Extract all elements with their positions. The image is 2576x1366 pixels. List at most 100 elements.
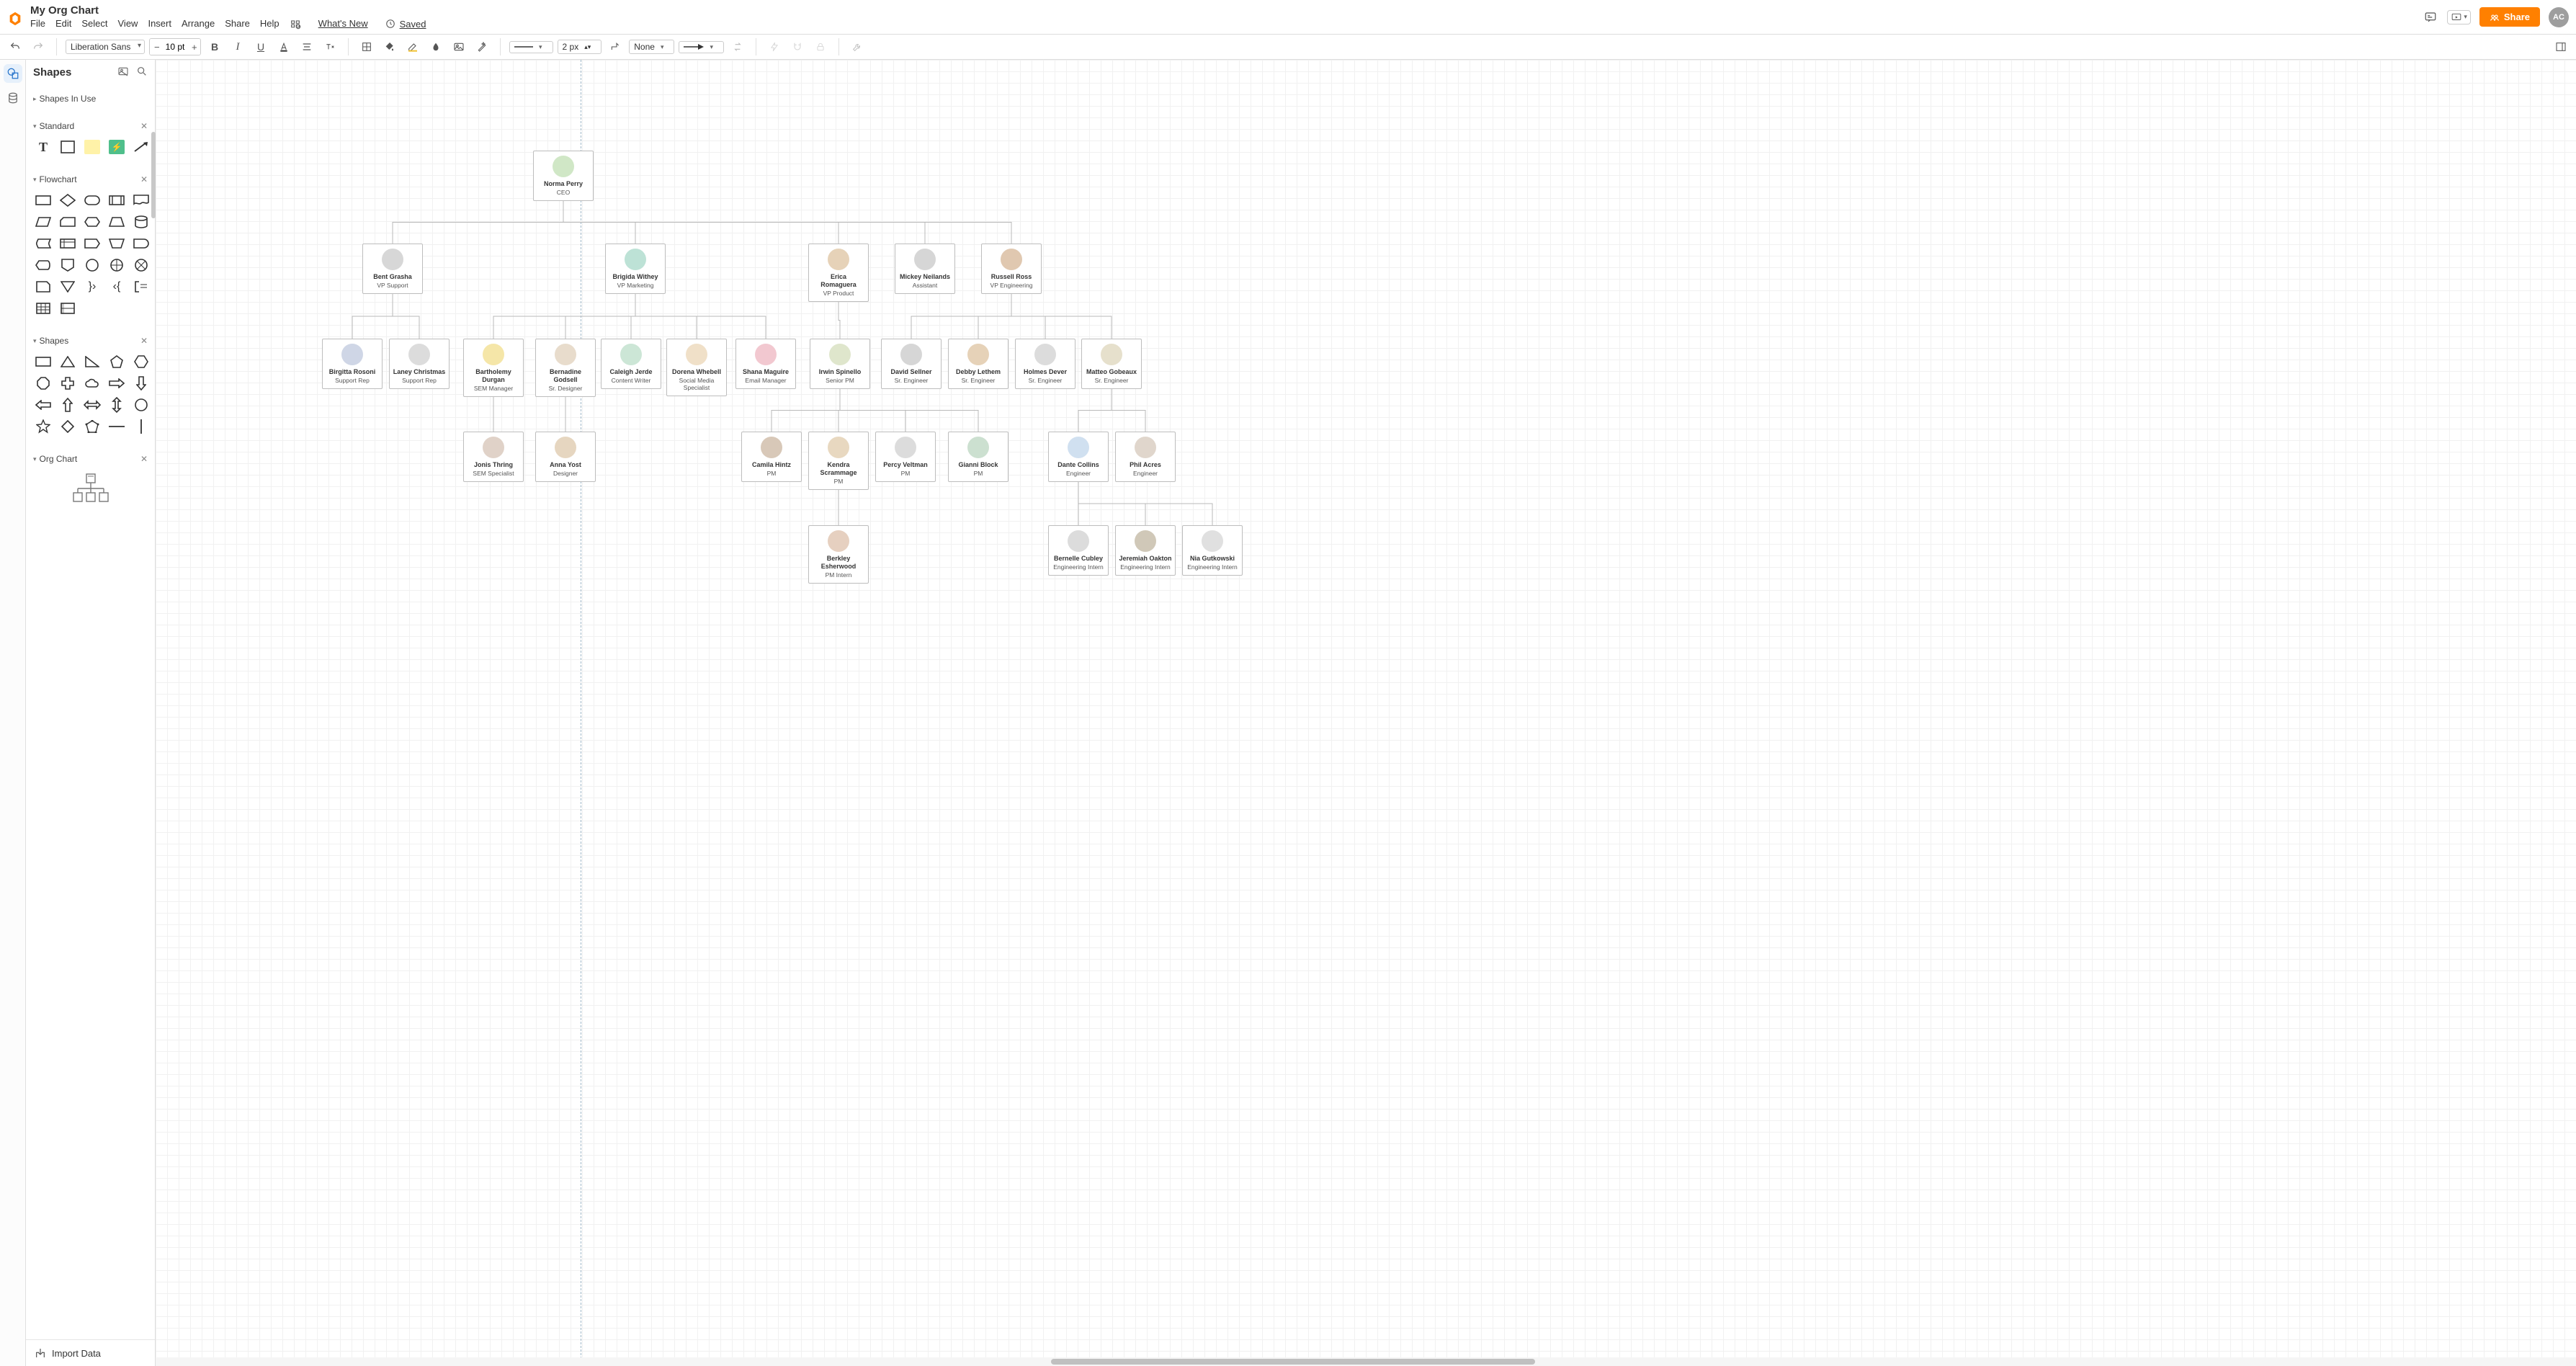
menu-edit[interactable]: Edit bbox=[55, 18, 71, 30]
shape-arrow[interactable] bbox=[131, 138, 151, 156]
shape-fill-button[interactable] bbox=[357, 37, 376, 56]
bs-arr-lr[interactable] bbox=[82, 396, 102, 414]
fc-decision[interactable] bbox=[58, 192, 78, 209]
bs-poly[interactable] bbox=[82, 418, 102, 435]
org-node[interactable]: Shana MaguireEmail Manager bbox=[735, 339, 796, 389]
orgchart-thumb[interactable] bbox=[33, 468, 148, 513]
section-orgchart[interactable]: ▾Org Chart✕ bbox=[33, 450, 148, 468]
border-color-button[interactable] bbox=[403, 37, 422, 56]
org-node[interactable]: Bernadine GodsellSr. Designer bbox=[535, 339, 596, 397]
menu-arrange[interactable]: Arrange bbox=[182, 18, 215, 30]
org-node[interactable]: Bernelle CubleyEngineering Intern bbox=[1048, 525, 1109, 576]
font-size-input[interactable] bbox=[163, 41, 187, 53]
org-node[interactable]: Gianni BlockPM bbox=[948, 432, 1009, 482]
bs-pent[interactable] bbox=[107, 353, 127, 370]
font-size-increase[interactable]: + bbox=[187, 39, 200, 55]
section-standard[interactable]: ▾Standard✕ bbox=[33, 117, 148, 135]
shape-bolt[interactable]: ⚡ bbox=[107, 138, 127, 156]
org-node[interactable]: Caleigh JerdeContent Writer bbox=[601, 339, 661, 389]
line-style-select[interactable] bbox=[509, 41, 553, 53]
fc-brace-r[interactable]: }› bbox=[82, 278, 102, 295]
comments-icon[interactable] bbox=[2423, 9, 2438, 25]
fc-trap[interactable] bbox=[107, 213, 127, 231]
org-node[interactable]: Percy VeltmanPM bbox=[875, 432, 936, 482]
org-node[interactable]: Bent GrashaVP Support bbox=[362, 244, 423, 294]
whats-new-link[interactable]: What's New bbox=[318, 18, 368, 30]
line-path-button[interactable] bbox=[606, 37, 625, 56]
shape-text[interactable]: T bbox=[33, 138, 53, 156]
font-family-select[interactable]: Liberation Sans bbox=[66, 40, 145, 54]
org-node[interactable]: Brigida WitheyVP Marketing bbox=[605, 244, 666, 294]
present-button[interactable]: ▾ bbox=[2447, 10, 2471, 24]
section-shapes-in-use[interactable]: ▸Shapes In Use bbox=[33, 89, 148, 108]
section-shapes[interactable]: ▾Shapes✕ bbox=[33, 331, 148, 350]
panel-toggle-button[interactable] bbox=[2552, 37, 2570, 56]
org-node[interactable]: Berkley EsherwoodPM Intern bbox=[808, 525, 869, 584]
org-node[interactable]: Anna YostDesigner bbox=[535, 432, 596, 482]
org-node[interactable]: Holmes DeverSr. Engineer bbox=[1015, 339, 1075, 389]
fc-note[interactable] bbox=[131, 278, 151, 295]
menu-select[interactable]: Select bbox=[81, 18, 107, 30]
fc-table[interactable] bbox=[33, 300, 53, 317]
org-node[interactable]: Nia GutkowskiEngineering Intern bbox=[1182, 525, 1243, 576]
canvas[interactable]: Norma PerryCEO Bent GrashaVP Support Brigi… bbox=[156, 60, 2576, 1366]
org-node[interactable]: Russell RossVP Engineering bbox=[981, 244, 1042, 294]
fc-tape[interactable] bbox=[33, 278, 53, 295]
close-orgchart-icon[interactable]: ✕ bbox=[140, 454, 148, 464]
rail-data-icon[interactable] bbox=[4, 89, 22, 107]
user-avatar[interactable]: AC bbox=[2549, 7, 2569, 27]
menu-share[interactable]: Share bbox=[225, 18, 250, 30]
horizontal-scrollbar[interactable] bbox=[156, 1357, 2576, 1366]
flash-button[interactable] bbox=[765, 37, 784, 56]
fc-terminator[interactable] bbox=[82, 192, 102, 209]
start-arrow-select[interactable]: None bbox=[629, 40, 674, 54]
org-node[interactable]: Norma PerryCEO bbox=[533, 151, 594, 201]
fc-internal[interactable] bbox=[58, 235, 78, 252]
org-node[interactable]: Mickey NeilandsAssistant bbox=[895, 244, 955, 294]
rail-shapes-icon[interactable] bbox=[4, 64, 22, 83]
fc-display[interactable] bbox=[33, 256, 53, 274]
shape-sticky[interactable] bbox=[82, 138, 102, 156]
bs-cross[interactable] bbox=[58, 375, 78, 392]
bs-arr-u[interactable] bbox=[58, 396, 78, 414]
bs-rect[interactable] bbox=[33, 353, 53, 370]
fc-merge[interactable] bbox=[58, 278, 78, 295]
font-size-stepper[interactable]: − + bbox=[149, 38, 201, 55]
bs-rtri[interactable] bbox=[82, 353, 102, 370]
line-width-select[interactable]: 2 px▴▾ bbox=[558, 40, 602, 54]
fill-bucket-button[interactable] bbox=[380, 37, 399, 56]
org-node[interactable]: Kendra ScrammagePM bbox=[808, 432, 869, 490]
wrench-button[interactable] bbox=[848, 37, 867, 56]
sidebar-search-icon[interactable] bbox=[136, 66, 148, 79]
undo-button[interactable] bbox=[6, 37, 24, 56]
menu-view[interactable]: View bbox=[118, 18, 138, 30]
underline-button[interactable]: U bbox=[251, 37, 270, 56]
font-size-decrease[interactable]: − bbox=[150, 39, 163, 55]
image-button[interactable] bbox=[450, 37, 468, 56]
org-node[interactable]: Irwin SpinelloSenior PM bbox=[810, 339, 870, 389]
fc-predefined[interactable] bbox=[107, 192, 127, 209]
lock-button[interactable] bbox=[811, 37, 830, 56]
org-node[interactable]: Dante CollinsEngineer bbox=[1048, 432, 1109, 482]
text-options-button[interactable] bbox=[321, 37, 339, 56]
fc-delay[interactable] bbox=[131, 235, 151, 252]
end-arrow-select[interactable] bbox=[679, 41, 724, 53]
bold-button[interactable]: B bbox=[205, 37, 224, 56]
fc-database[interactable] bbox=[131, 213, 151, 231]
fc-sum[interactable] bbox=[107, 256, 127, 274]
fc-brace-l[interactable]: ‹{ bbox=[107, 278, 127, 295]
close-shapes-icon[interactable]: ✕ bbox=[140, 336, 148, 346]
fc-connector[interactable] bbox=[82, 256, 102, 274]
org-node[interactable]: David SellnerSr. Engineer bbox=[881, 339, 942, 389]
bs-line[interactable] bbox=[107, 418, 127, 435]
org-node[interactable]: Matteo GobeauxSr. Engineer bbox=[1081, 339, 1142, 389]
fc-offpage[interactable] bbox=[58, 256, 78, 274]
org-node[interactable]: Jonis ThringSEM Specialist bbox=[463, 432, 524, 482]
fc-or[interactable] bbox=[131, 256, 151, 274]
document-title[interactable]: My Org Chart bbox=[30, 3, 426, 18]
fc-process[interactable] bbox=[33, 192, 53, 209]
close-standard-icon[interactable]: ✕ bbox=[140, 121, 148, 131]
fc-seq[interactable] bbox=[82, 235, 102, 252]
shape-rect[interactable] bbox=[58, 138, 78, 156]
org-node[interactable]: Dorena WhebellSocial Media Specialist bbox=[666, 339, 727, 396]
